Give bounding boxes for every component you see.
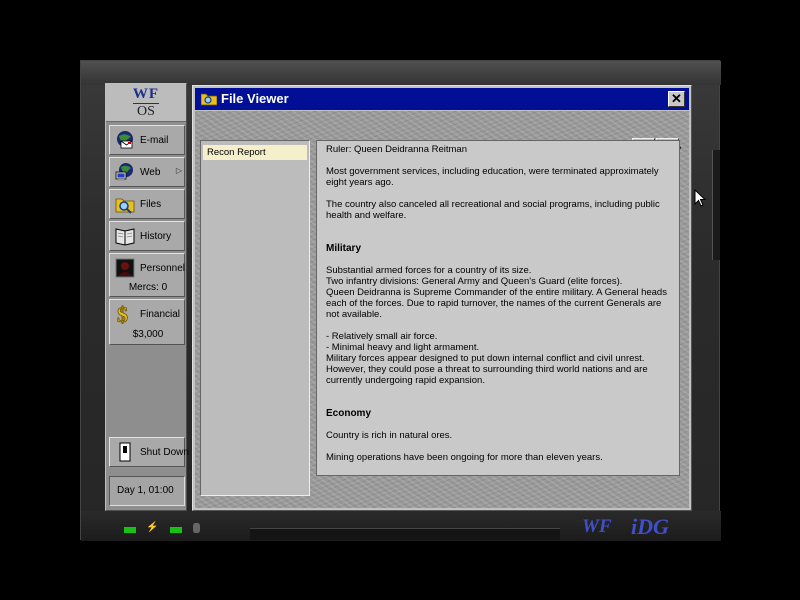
disk-icon [193,523,200,533]
battery-bolt-icon: ⚡ [146,522,159,533]
content-paragraph: Mining operations have been ongoing for … [326,452,603,463]
web-icon [115,162,135,182]
os-logo: WF OS [106,84,186,122]
sidebar-item-web[interactable]: Web ▷ [109,157,185,187]
content-paragraph: - Minimal heavy and light armament. [326,342,480,353]
file-list: Recon Report [200,140,310,496]
content-paragraph: - Relatively small air force. [326,331,438,342]
sidebar-item-financial[interactable]: $ Financial $3,000 [109,299,185,345]
sidebar-item-label: History [140,231,172,242]
content-paragraph: The country also canceled all recreation… [326,199,660,221]
shut-down-label: Shut Down [140,447,189,458]
file-item-recon-report[interactable]: Recon Report [203,145,307,160]
frame-top [81,61,721,85]
sidebar-item-email[interactable]: E-mail [109,125,185,155]
content-paragraph: Most government services, including educ… [326,166,659,188]
section-heading-economy: Economy [326,408,372,419]
power-led [124,527,136,533]
personnel-icon [115,258,135,278]
sidebar-item-label: Files [140,199,162,210]
submenu-arrow-icon: ▷ [175,166,182,175]
sidebar-item-label: Web [140,167,161,178]
shut-down-button[interactable]: Shut Down [109,437,189,467]
svg-text:$: $ [117,304,128,326]
window-title: File Viewer [221,91,289,106]
content-paragraph: Two infantry divisions: General Army and… [326,276,623,287]
content-paragraph: Queen Deidranna is Supreme Commander of … [326,287,667,320]
sidebar-item-files[interactable]: Files [109,189,185,219]
sidebar-item-personnel[interactable]: Personnel Mercs: 0 [109,253,185,297]
close-button[interactable]: ✕ [668,91,685,107]
mouse-cursor-icon [694,189,706,207]
sidebar-item-label: Financial [140,309,181,320]
wf-brand-logo: WF [582,516,612,537]
book-icon [115,226,135,246]
content-paragraph: Substantial armed forces for a country o… [326,265,532,276]
logo-line1: WF [132,86,160,102]
section-heading-military: Military [326,243,362,254]
window-titlebar[interactable]: File Viewer ✕ [195,88,689,110]
close-icon: ✕ [671,91,682,106]
files-icon [115,194,135,214]
content-paragraph: Military forces appear designed to put d… [326,353,648,386]
ruler-line: Ruler: Queen Deidranna Reitman [326,144,467,155]
email-icon [115,130,135,150]
disk-led [170,527,182,533]
balance-amount: $3,000 [132,329,164,340]
logo-line2: OS [137,104,155,119]
sidebar-item-label: E-mail [140,135,169,146]
dollar-icon: $ [115,302,135,328]
file-content: Ruler: Queen Deidranna Reitman Most gove… [316,140,680,476]
sidebar-item-history[interactable]: History [109,221,185,251]
sidebar-item-label: Personnel [140,263,186,274]
game-clock: Day 1, 01:00 [109,476,185,506]
sidebar: WF OS E-mail Web ▷ Files History Personn… [105,83,189,511]
frame-slot [250,528,560,540]
idg-brand-logo: iDG [631,514,669,539]
frame-side-slot [712,150,720,260]
content-paragraph: Country is rich in natural ores. [326,430,453,441]
files-icon [200,92,218,111]
mercs-count: Mercs: 0 [128,282,168,293]
power-switch-icon [115,442,135,462]
